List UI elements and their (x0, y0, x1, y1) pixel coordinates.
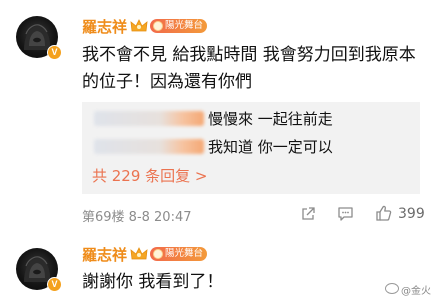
weibo-logo-icon (385, 283, 399, 294)
like-icon[interactable] (375, 205, 392, 221)
comment-text-line2: 的位子！因為還有你們 (82, 72, 252, 92)
username[interactable]: 羅志祥 (82, 16, 127, 37)
share-icon[interactable] (300, 206, 316, 222)
blurred-username (94, 139, 204, 154)
more-replies-link[interactable]: 共 229 条回复 > (92, 165, 208, 186)
comment-text-line1: 我不會不見 給我點時間 我會努力回到我原本 (82, 45, 416, 65)
fan-badge[interactable]: 陽光舞台 (150, 247, 208, 261)
verified-badge-icon: V (47, 45, 62, 60)
floor-time: 第69楼 8-8 20:47 (82, 210, 192, 225)
fan-badge-label: 陽光舞台 (165, 20, 204, 31)
fan-badge[interactable]: 陽光舞台 (150, 19, 208, 33)
crown-icon (130, 19, 148, 32)
like-count: 399 (398, 206, 425, 222)
blurred-username (94, 111, 204, 126)
comment-text: 謝謝你 我看到了！ (82, 272, 224, 292)
crown-icon (130, 247, 148, 260)
fan-badge-label: 陽光舞台 (165, 248, 204, 259)
watermark-text: @金火 (401, 286, 431, 297)
fan-badge-icon (153, 21, 163, 31)
reply-text: 慢慢來 一起往前走 (208, 110, 333, 128)
username[interactable]: 羅志祥 (82, 244, 127, 265)
comment-icon[interactable] (337, 206, 354, 222)
reply-text: 我知道 你一定可以 (208, 138, 333, 156)
verified-badge-icon: V (47, 277, 62, 292)
fan-badge-icon (153, 249, 163, 259)
reply-preview-box: 慢慢來 一起往前走 我知道 你一定可以 共 229 条回复 > (82, 102, 420, 194)
